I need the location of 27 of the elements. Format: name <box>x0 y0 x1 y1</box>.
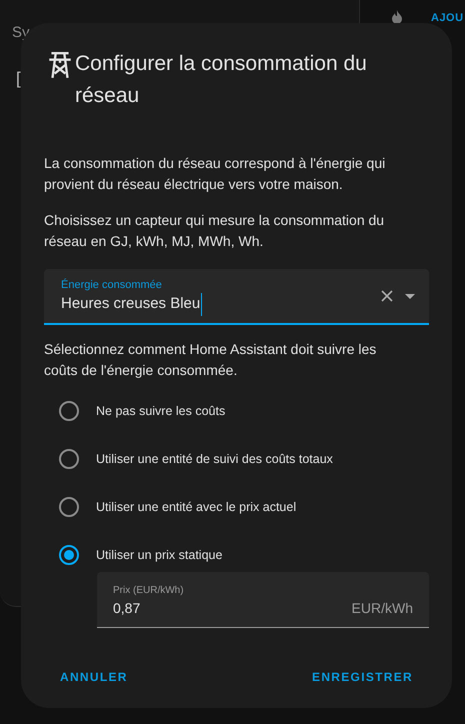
add-link[interactable]: AJOU <box>431 10 464 26</box>
card-text: [ <box>16 68 21 90</box>
radio-label: Ne pas suivre les coûts <box>96 402 226 420</box>
cancel-button[interactable]: ANNULER <box>60 668 128 686</box>
radio-label: Utiliser un prix statique <box>96 546 222 564</box>
field-value: 0,87 <box>113 599 142 618</box>
sensor-select[interactable]: Énergie consommée Heures creuses Bleu <box>44 269 429 325</box>
flame-icon <box>390 10 404 24</box>
field-label: Prix (EUR/kWh) <box>113 584 185 598</box>
radio-label: Utiliser une entité avec le prix actuel <box>96 498 296 516</box>
price-field[interactable]: Prix (EUR/kWh) 0,87 EUR/kWh <box>97 572 429 628</box>
field-label: Énergie consommée <box>61 278 163 292</box>
unit-suffix: EUR/kWh <box>352 599 413 618</box>
radio-label: Utiliser une entité de suivi des coûts totaux <box>96 450 333 468</box>
radio-button[interactable] <box>59 497 79 517</box>
radio-button[interactable] <box>59 449 79 469</box>
save-button[interactable]: ENREGISTRER <box>312 668 413 686</box>
dropdown-caret-icon[interactable] <box>405 294 415 298</box>
description-text: Choisissez un capteur qui mesure la consommation du réseau en GJ, kWh, MJ, MWh, Wh. <box>44 211 386 251</box>
field-value: Heures creuses Bleu <box>61 293 202 316</box>
dialog-title: Configurer la consommation du réseau <box>75 51 368 109</box>
cost-prompt-text: Sélectionnez comment Home Assistant doit suivre les coûts de l'énergie consommée. <box>44 340 378 380</box>
description-text: La consommation du réseau correspond à l'énergie qui provient du réseau électrique vers votre maison. <box>44 154 386 194</box>
radio-button[interactable] <box>59 545 79 565</box>
clear-icon[interactable] <box>381 290 393 302</box>
radio-button[interactable] <box>59 401 79 421</box>
transmission-tower-icon <box>47 50 73 80</box>
